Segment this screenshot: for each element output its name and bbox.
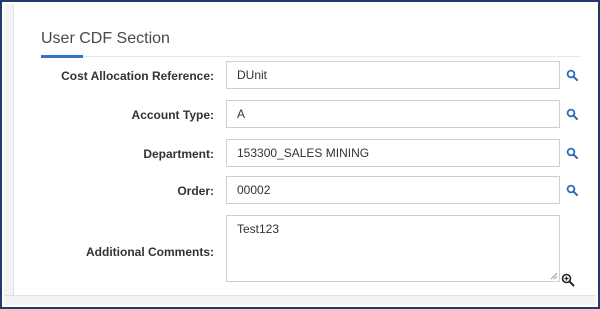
panel-left-gutter	[4, 4, 14, 305]
order-label: Order:	[177, 184, 214, 198]
search-icon[interactable]	[566, 108, 578, 120]
additional-comments-value: Test123	[237, 222, 280, 236]
cost-allocation-reference-input[interactable]: DUnit	[226, 61, 560, 89]
additional-comments-label: Additional Comments:	[86, 245, 214, 259]
order-input[interactable]: 00002	[226, 176, 560, 204]
additional-comments-textarea[interactable]: Test123	[226, 215, 560, 282]
search-icon[interactable]	[566, 69, 578, 81]
section-title-underline	[41, 55, 83, 58]
search-icon[interactable]	[566, 147, 578, 159]
department-label: Department:	[143, 147, 214, 161]
zoom-in-icon[interactable]	[561, 273, 575, 287]
cost-allocation-reference-label: Cost Allocation Reference:	[61, 69, 214, 83]
search-icon[interactable]	[566, 184, 578, 196]
resize-grip-icon[interactable]	[550, 272, 558, 280]
account-type-label: Account Type:	[131, 108, 214, 122]
panel-bottom-gutter	[4, 295, 596, 305]
section-title: User CDF Section	[41, 30, 170, 47]
section-divider	[41, 56, 581, 57]
account-type-input[interactable]: A	[226, 100, 560, 128]
department-input[interactable]: 153300_SALES MINING	[226, 139, 560, 167]
